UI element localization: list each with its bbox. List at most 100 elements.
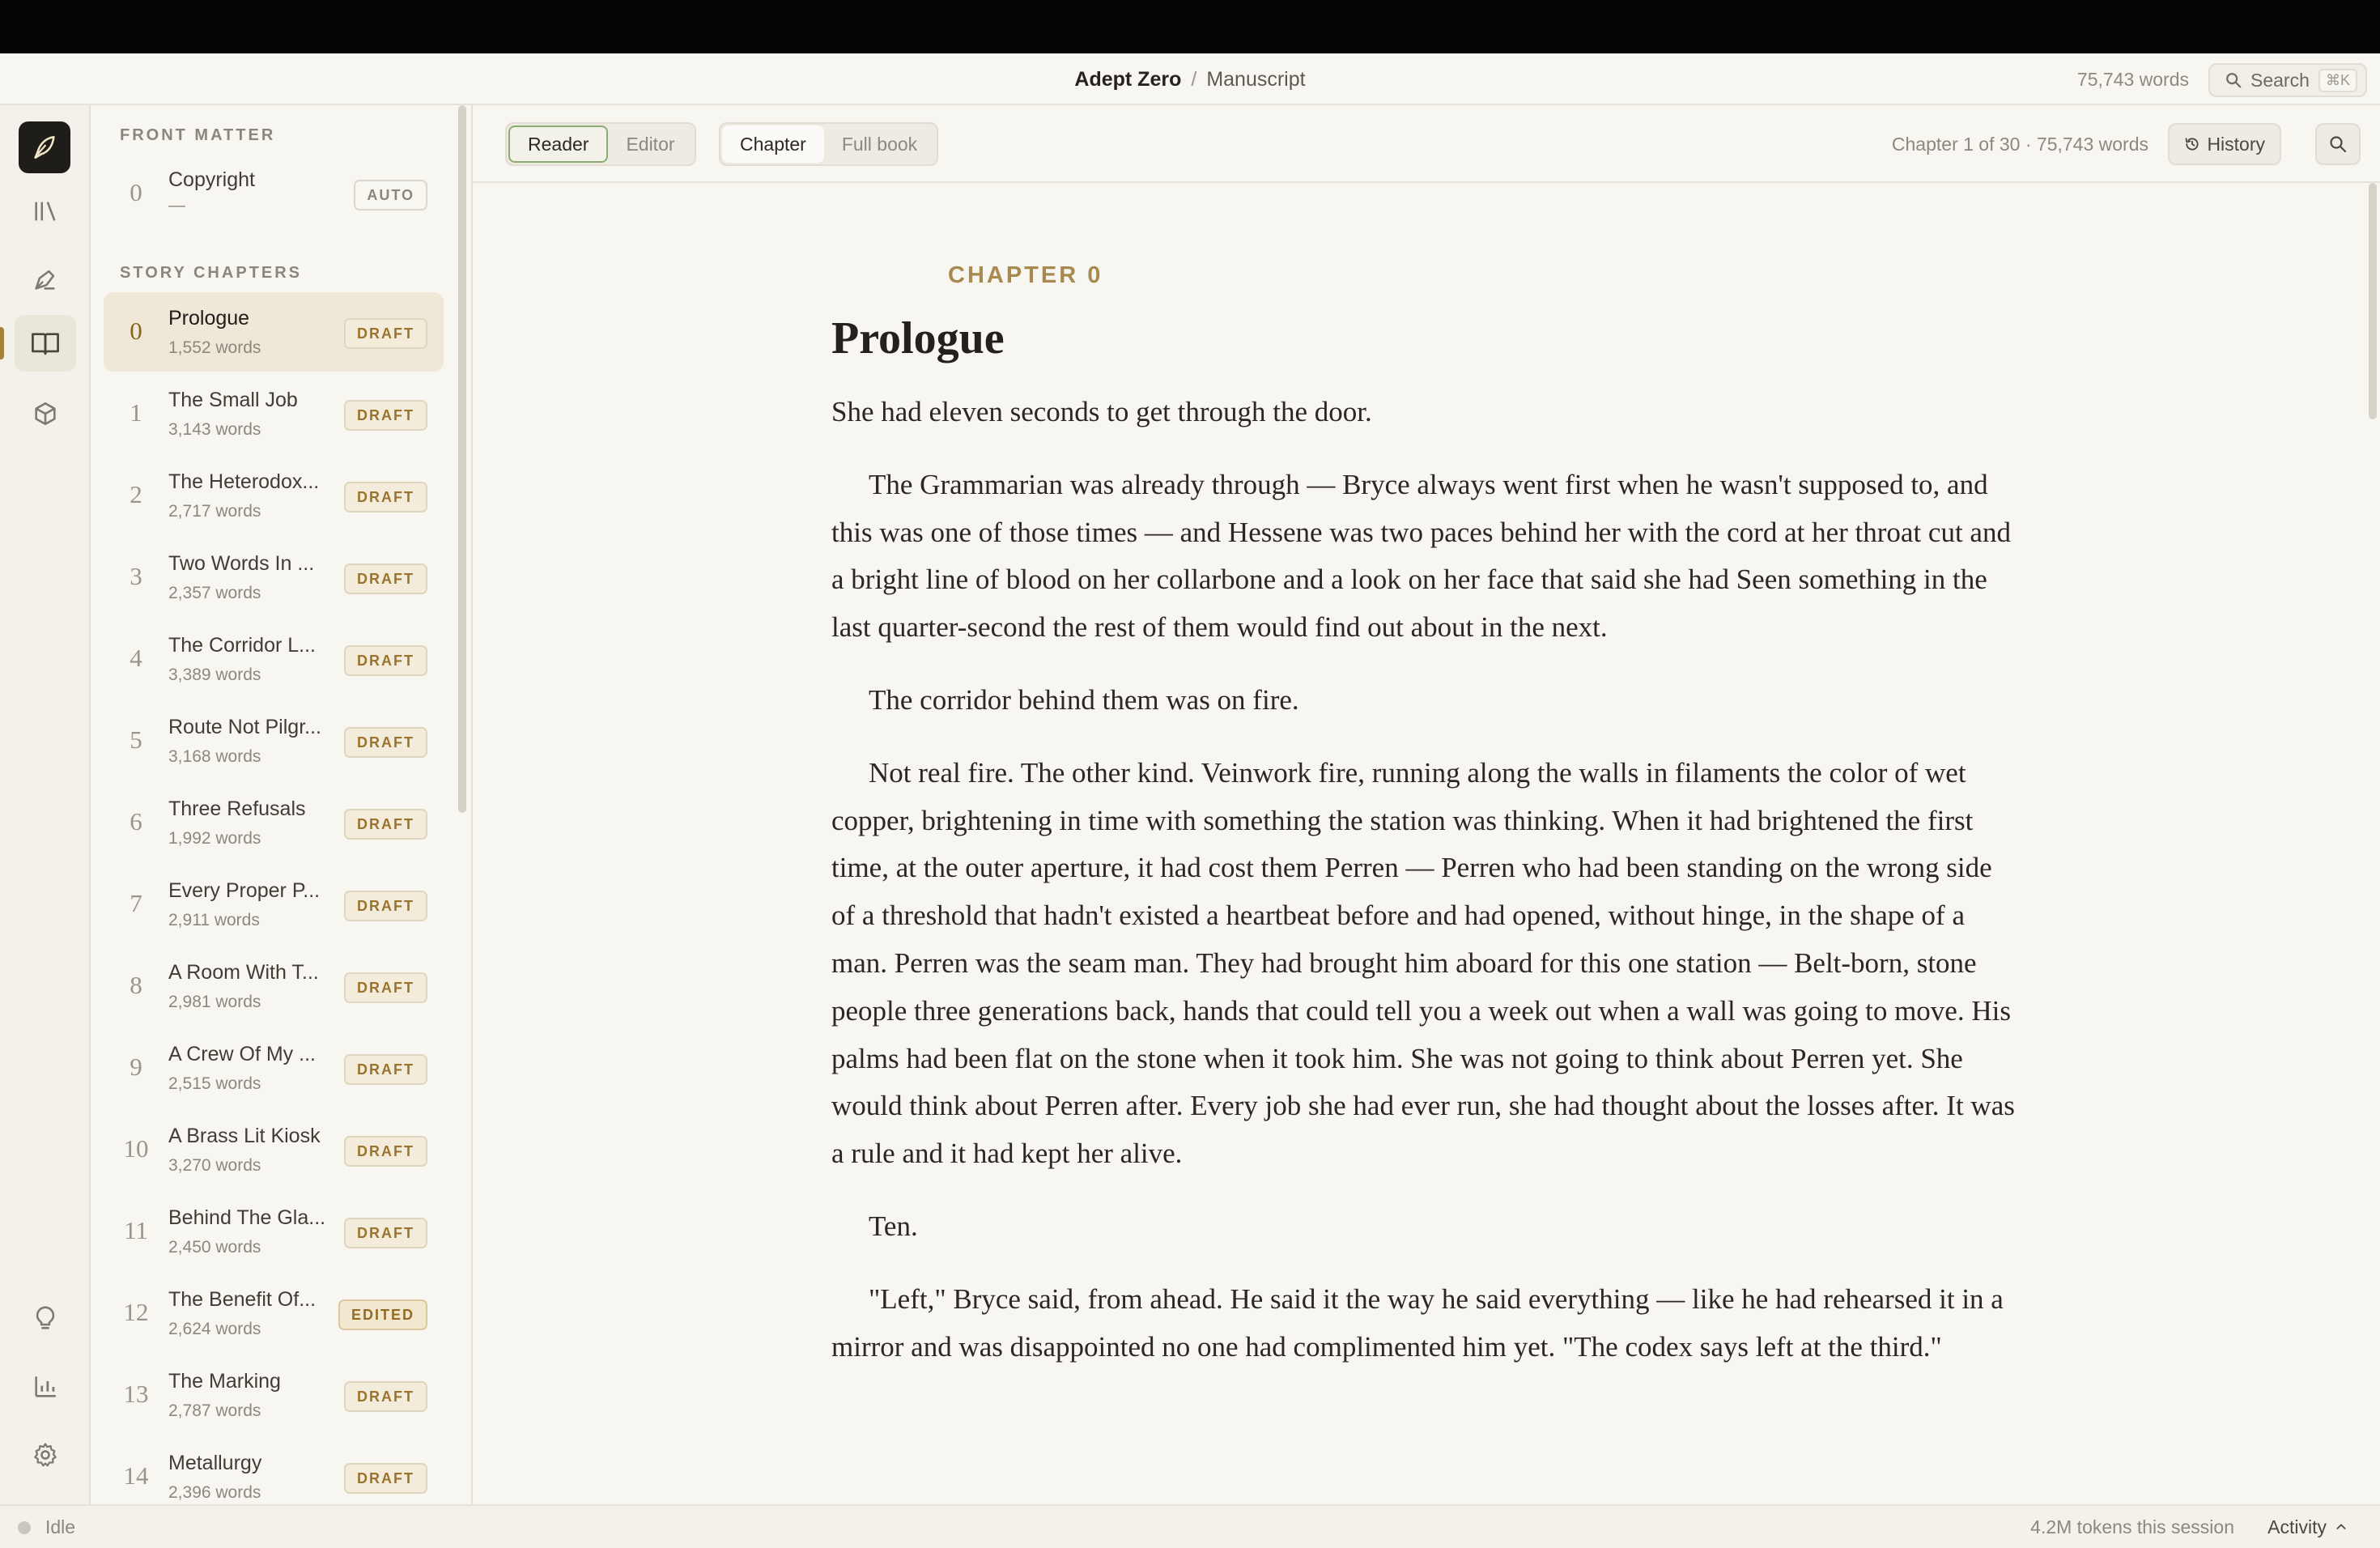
reader-nav-button[interactable]	[15, 315, 76, 372]
gear-icon	[34, 1443, 57, 1467]
status-badge: DRAFT	[344, 972, 427, 1003]
window-top-bar	[0, 0, 2380, 53]
settings-nav-button[interactable]	[15, 1427, 76, 1483]
chapter-item-12[interactable]: 12 The Benefit Of... 2,624 words EDITED	[104, 1274, 444, 1353]
app-logo[interactable]	[19, 121, 70, 173]
chapter-item-11[interactable]: 11 Behind The Gla... 2,450 words DRAFT	[104, 1192, 444, 1271]
chapter-item-0[interactable]: 0 Prologue 1,552 words DRAFT	[104, 292, 444, 372]
chapter-word-count: 2,911 words	[168, 911, 260, 929]
chapter-number: 3	[130, 562, 142, 590]
chapter-number: 8	[130, 971, 142, 999]
chapter-number: 2	[130, 480, 142, 508]
chevron-up-icon	[2336, 1524, 2346, 1529]
export-nav-button[interactable]	[15, 385, 76, 442]
chapter-prose: She had eleven seconds to get through th…	[831, 389, 2021, 1396]
chapter-item-13[interactable]: 13 The Marking 2,787 words DRAFT	[104, 1355, 444, 1435]
chapter-word-count: 2,357 words	[168, 584, 261, 602]
chapter-item-1[interactable]: 1 The Small Job 3,143 words DRAFT	[104, 374, 444, 453]
chapter-word-count: 3,168 words	[168, 747, 261, 766]
chapter-number: 9	[130, 1053, 142, 1081]
ideas-nav-button[interactable]	[15, 1291, 76, 1347]
chapter-item-14[interactable]: 14 Metallurgy 2,396 words DRAFT	[104, 1437, 444, 1504]
chapter-word-count: 2,624 words	[168, 1320, 261, 1338]
paragraph: The Grammarian was already through — Bry…	[831, 468, 2011, 644]
mode-toggle: Reader Editor	[505, 122, 696, 166]
chapter-text: CHAPTER 0 Prologue She had eleven second…	[831, 105, 2021, 1427]
global-search-button[interactable]: Search ⌘K	[2208, 63, 2367, 97]
status-badge: DRAFT	[344, 482, 427, 512]
bar-chart-icon	[35, 1376, 56, 1397]
title-bar: Adept Zero / Manuscript 75,743 words Sea…	[0, 53, 2380, 105]
chapter-item-7[interactable]: 7 Every Proper P... 2,911 words DRAFT	[104, 865, 444, 944]
history-label: History	[2207, 133, 2265, 155]
library-nav-button[interactable]	[15, 183, 76, 240]
chapter-title: The Corridor L...	[168, 634, 317, 657]
chapter-item-3[interactable]: 3 Two Words In ... 2,357 words DRAFT	[104, 538, 444, 617]
paragraph: "Left," Bryce said, from ahead. He said …	[831, 1282, 2004, 1363]
chapter-number: 14	[123, 1461, 149, 1490]
quill-icon	[34, 135, 55, 159]
status-badge: DRAFT	[344, 1218, 427, 1248]
chapter-item-2[interactable]: 2 The Heterodox... 2,717 words DRAFT	[104, 456, 444, 535]
chapter-item-10[interactable]: 10 A Brass Lit Kiosk 3,270 words DRAFT	[104, 1110, 444, 1189]
package-icon	[35, 402, 56, 426]
chapter-item-9[interactable]: 9 A Crew Of My ... 2,515 words DRAFT	[104, 1028, 444, 1108]
activity-button[interactable]: Activity	[2267, 1506, 2348, 1548]
reader-mode-button[interactable]: Reader	[508, 125, 609, 163]
reader-scrollbar[interactable]	[2369, 183, 2377, 419]
chapter-title: Prologue	[168, 307, 250, 330]
paragraph: The corridor behind them was on fire.	[869, 683, 1299, 716]
chapter-number: 12	[123, 1298, 149, 1326]
chapter-word-count: 1,552 words	[168, 338, 261, 357]
chapter-word-count: 2,396 words	[168, 1483, 261, 1502]
pen-nib-icon	[35, 270, 55, 290]
editor-mode-button[interactable]: Editor	[608, 125, 692, 163]
chapter-title: Three Refusals	[168, 797, 306, 820]
chapter-number: 7	[130, 889, 142, 917]
chapter-number: 1	[130, 398, 142, 427]
paragraph: Not real fire. The other kind. Veinwork …	[831, 756, 2015, 1170]
paragraph: Ten.	[869, 1210, 918, 1242]
stats-nav-button[interactable]	[15, 1359, 76, 1415]
search-shortcut: ⌘K	[2318, 68, 2357, 92]
chapter-title: Behind The Gla...	[168, 1206, 326, 1229]
title-separator: /	[1191, 67, 1197, 91]
chapter-number: 4	[130, 644, 142, 672]
active-nav-indicator	[0, 327, 4, 359]
open-book-icon	[32, 333, 59, 355]
chapter-item-4[interactable]: 4 The Corridor L... 3,389 words DRAFT	[104, 619, 444, 699]
chapter-word-count: 3,270 words	[168, 1156, 261, 1175]
document-name: Manuscript	[1206, 67, 1306, 91]
sidebar-scrollbar[interactable]	[458, 105, 466, 813]
status-badge: EDITED	[338, 1299, 427, 1330]
find-in-chapter-button[interactable]	[2315, 123, 2361, 165]
chapter-scope-button[interactable]: Chapter	[722, 125, 824, 163]
app-name: Adept Zero	[1074, 67, 1182, 91]
icon-rail	[0, 105, 91, 1504]
chapter-word-count: 2,981 words	[168, 993, 261, 1011]
chapter-word-count: 3,143 words	[168, 420, 261, 439]
chapter-item-5[interactable]: 5 Route Not Pilgr... 3,168 words DRAFT	[104, 701, 444, 780]
status-bar: Idle 4.2M tokens this session Activity	[0, 1504, 2380, 1548]
status-badge: DRAFT	[344, 727, 427, 758]
status-badge: DRAFT	[344, 318, 427, 349]
front-matter-item-copyright[interactable]: 0 Copyright — AUTO	[104, 154, 444, 233]
chapter-item-8[interactable]: 8 A Room With T... 2,981 words DRAFT	[104, 946, 444, 1026]
chapter-number: 6	[130, 807, 142, 836]
token-usage: 4.2M tokens this session	[2030, 1516, 2234, 1537]
status-badge: DRAFT	[344, 1463, 427, 1494]
chapter-title: A Crew Of My ...	[168, 1043, 316, 1065]
chapter-kicker: CHAPTER 0	[948, 262, 1103, 288]
library-icon	[35, 202, 56, 221]
history-button[interactable]: History	[2168, 123, 2281, 165]
chapter-title: The Marking	[168, 1370, 281, 1393]
chapter-title: Copyright	[168, 168, 255, 191]
chapter-heading: Prologue	[831, 313, 1005, 364]
status-badge: DRAFT	[344, 563, 427, 594]
status-badge: DRAFT	[344, 1054, 427, 1085]
total-word-count: 75,743 words	[2076, 68, 2189, 90]
chapter-title: A Room With T...	[168, 961, 319, 984]
chapter-item-6[interactable]: 6 Three Refusals 1,992 words DRAFT	[104, 783, 444, 862]
chapter-sidebar: FRONT MATTER 0 Copyright — AUTO STORY CH…	[91, 105, 473, 1504]
write-nav-button[interactable]	[15, 251, 76, 308]
